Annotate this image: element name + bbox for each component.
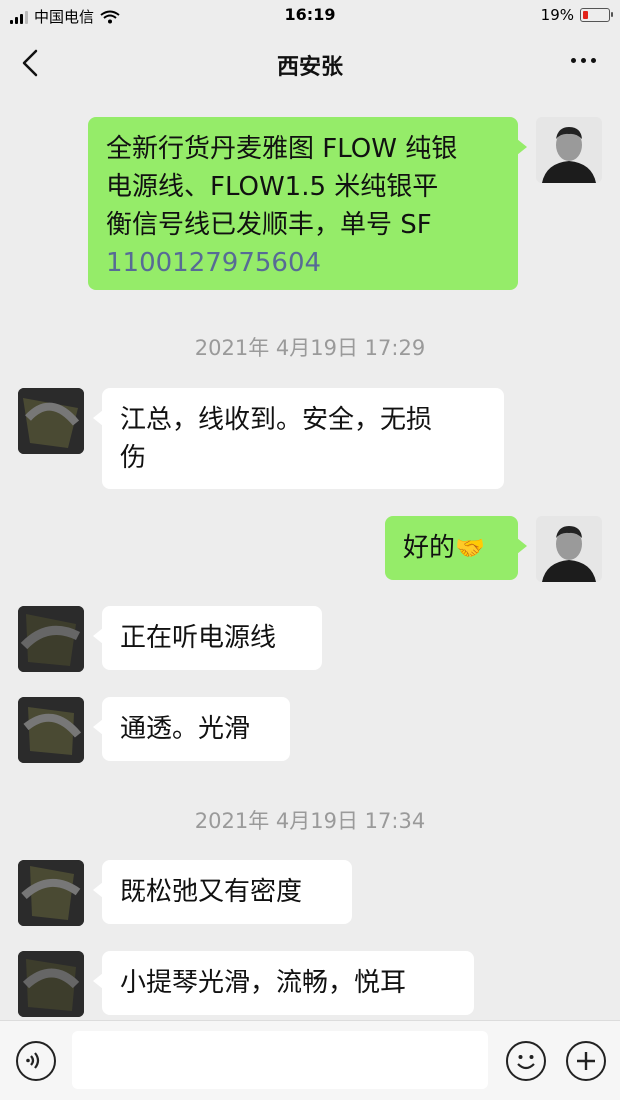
message-text: 通透。光滑 xyxy=(120,714,251,744)
input-bar xyxy=(0,1020,620,1100)
message-line: 电源线、FLOW1.5 米纯银平 xyxy=(106,172,439,202)
friend-avatar[interactable] xyxy=(18,606,84,672)
battery-percent: 19% xyxy=(540,6,574,24)
friend-avatar[interactable] xyxy=(18,860,84,926)
message-text: 小提琴光滑，流畅，悦耳 xyxy=(120,968,407,998)
emoji-icon[interactable] xyxy=(506,1041,546,1081)
message-line: 衡信号线已发顺丰，单号 SF xyxy=(106,210,432,240)
message-input[interactable] xyxy=(72,1031,488,1089)
incoming-message-bubble[interactable]: 江总，线收到。安全，无损 伤 xyxy=(93,388,504,489)
message-line: 全新行货丹麦雅图 FLOW 纯银 xyxy=(106,134,458,164)
incoming-message-bubble[interactable]: 小提琴光滑，流畅，悦耳 xyxy=(93,951,474,1015)
message-text: 正在听电源线 xyxy=(120,623,277,653)
message-line: 江总，线收到。安全，无损 xyxy=(120,405,433,435)
nav-bar: 西安张 xyxy=(0,32,620,94)
incoming-message-bubble[interactable]: 既松弛又有密度 xyxy=(93,860,352,924)
incoming-message-bubble[interactable]: 正在听电源线 xyxy=(93,606,322,670)
timestamp: 2021年 4月19日 17:34 xyxy=(194,809,426,833)
my-avatar[interactable] xyxy=(536,117,602,183)
more-dots-icon[interactable] xyxy=(571,58,596,63)
message-text: 好的 xyxy=(403,533,456,563)
chat-title: 西安张 xyxy=(276,55,343,80)
status-bar: 中国电信 16:19 19% xyxy=(0,0,620,32)
my-avatar[interactable] xyxy=(536,516,602,582)
battery-icon xyxy=(580,8,613,22)
outgoing-message-bubble[interactable]: 全新行货丹麦雅图 FLOW 纯银 电源线、FLOW1.5 米纯银平 衡信号线已发… xyxy=(88,117,527,290)
timestamp: 2021年 4月19日 17:29 xyxy=(194,336,426,360)
friend-avatar[interactable] xyxy=(18,951,84,1017)
friend-avatar[interactable] xyxy=(18,697,84,763)
outgoing-message-bubble[interactable]: 好的🤝 xyxy=(385,516,527,580)
voice-icon[interactable] xyxy=(16,1041,56,1081)
friend-avatar[interactable] xyxy=(18,388,84,454)
plus-icon[interactable] xyxy=(566,1041,606,1081)
handshake-emoji-icon: 🤝 xyxy=(455,534,485,562)
status-time: 16:19 xyxy=(284,5,336,24)
message-text: 既松弛又有密度 xyxy=(120,877,303,907)
status-right: 19% xyxy=(540,6,613,24)
incoming-message-bubble[interactable]: 通透。光滑 xyxy=(93,697,290,761)
tracking-number-link[interactable]: 1100127975604 xyxy=(106,244,500,282)
message-line: 伤 xyxy=(120,443,147,473)
